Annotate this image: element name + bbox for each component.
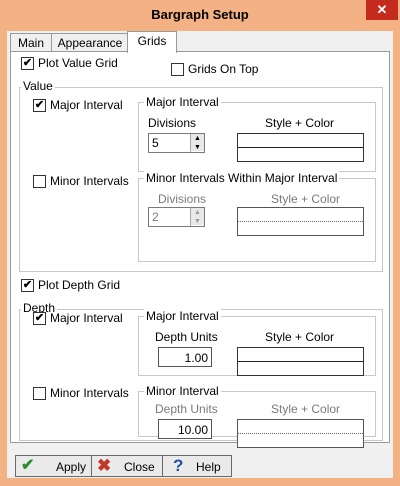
value-major-style-color-selector[interactable] (237, 133, 364, 162)
apply-button[interactable]: ✔ Apply (15, 455, 95, 477)
value-group-title: Value (21, 79, 55, 93)
plot-value-grid-checkbox[interactable]: ✔ (21, 57, 34, 70)
depth-minor-interval-group-title: Minor Interval (144, 384, 221, 398)
spinner-buttons: ▲ ▼ (190, 208, 204, 226)
depth-major-style-color-selector[interactable] (237, 347, 364, 376)
depth-minor-intervals-label: Minor Intervals (50, 386, 129, 400)
depth-minor-intervals-checkbox[interactable] (33, 387, 46, 400)
checkmark-icon: ✔ (21, 457, 35, 474)
help-button-label: Help (196, 460, 221, 474)
depth-major-interval-checkbox[interactable]: ✔ (33, 312, 46, 325)
grids-on-top-label: Grids On Top (188, 62, 259, 76)
value-minor-style-label: Style + Color (271, 192, 341, 206)
plot-depth-grid-label: Plot Depth Grid (38, 278, 121, 292)
value-major-divisions-value: 5 (152, 136, 159, 150)
window-title: Bargraph Setup (151, 7, 249, 22)
tab-appearance[interactable]: Appearance (51, 33, 129, 52)
spin-down-icon[interactable]: ▼ (191, 143, 204, 151)
depth-major-style-label: Style + Color (265, 330, 335, 344)
question-icon: ? (173, 456, 184, 475)
value-major-divisions-spinner[interactable]: 5 ▲ ▼ (148, 133, 205, 153)
value-major-divisions-label: Divisions (148, 116, 197, 130)
apply-button-label: Apply (56, 460, 87, 474)
plot-value-grid-label: Plot Value Grid (38, 56, 118, 70)
depth-major-units-label: Depth Units (155, 330, 218, 344)
depth-minor-units-label: Depth Units (155, 402, 218, 416)
tab-main[interactable]: Main (10, 33, 52, 52)
value-major-interval-checkbox[interactable]: ✔ (33, 99, 46, 112)
plot-depth-grid-checkbox[interactable]: ✔ (21, 279, 34, 292)
value-minor-divisions-label: Divisions (158, 192, 207, 206)
x-icon: ✖ (97, 456, 112, 475)
tab-grids[interactable]: Grids (127, 31, 177, 53)
depth-major-interval-label: Major Interval (50, 311, 123, 325)
title-bar[interactable]: Bargraph Setup ✕ (0, 0, 400, 30)
depth-minor-style-color-selector[interactable] (237, 419, 364, 448)
value-minor-interval-group-title: Minor Intervals Within Major Interval (144, 171, 340, 185)
dialog-client: Main Appearance Grids ✔ Plot Value Grid … (7, 31, 393, 478)
grids-tab-panel: ✔ Plot Value Grid Grids On Top Value ✔ M… (10, 51, 390, 448)
value-major-interval-group-title: Major Interval (144, 95, 221, 109)
value-major-style-label: Style + Color (265, 116, 335, 130)
close-window-button[interactable]: ✕ (366, 0, 398, 20)
close-button[interactable]: ✖ Close (91, 455, 164, 477)
help-button[interactable]: ? Help (162, 455, 232, 477)
depth-minor-style-label: Style + Color (271, 402, 341, 416)
depth-minor-units-input[interactable]: 10.00 (158, 419, 212, 439)
bargraph-setup-window: Bargraph Setup ✕ Main Appearance Grids ✔… (0, 0, 400, 486)
value-minor-divisions-value: 2 (152, 210, 159, 224)
spin-down-icon[interactable]: ▼ (191, 217, 204, 225)
value-minor-divisions-spinner[interactable]: 2 ▲ ▼ (148, 207, 205, 227)
value-minor-style-color-selector[interactable] (237, 207, 364, 236)
close-button-label: Close (124, 460, 155, 474)
grids-on-top-checkbox[interactable] (171, 63, 184, 76)
depth-major-interval-group-title: Major Interval (144, 309, 221, 323)
spinner-buttons: ▲ ▼ (190, 134, 204, 152)
depth-major-units-input[interactable]: 1.00 (158, 347, 212, 367)
value-minor-intervals-checkbox[interactable] (33, 175, 46, 188)
value-minor-intervals-label: Minor Intervals (50, 174, 129, 188)
value-major-interval-label: Major Interval (50, 98, 123, 112)
